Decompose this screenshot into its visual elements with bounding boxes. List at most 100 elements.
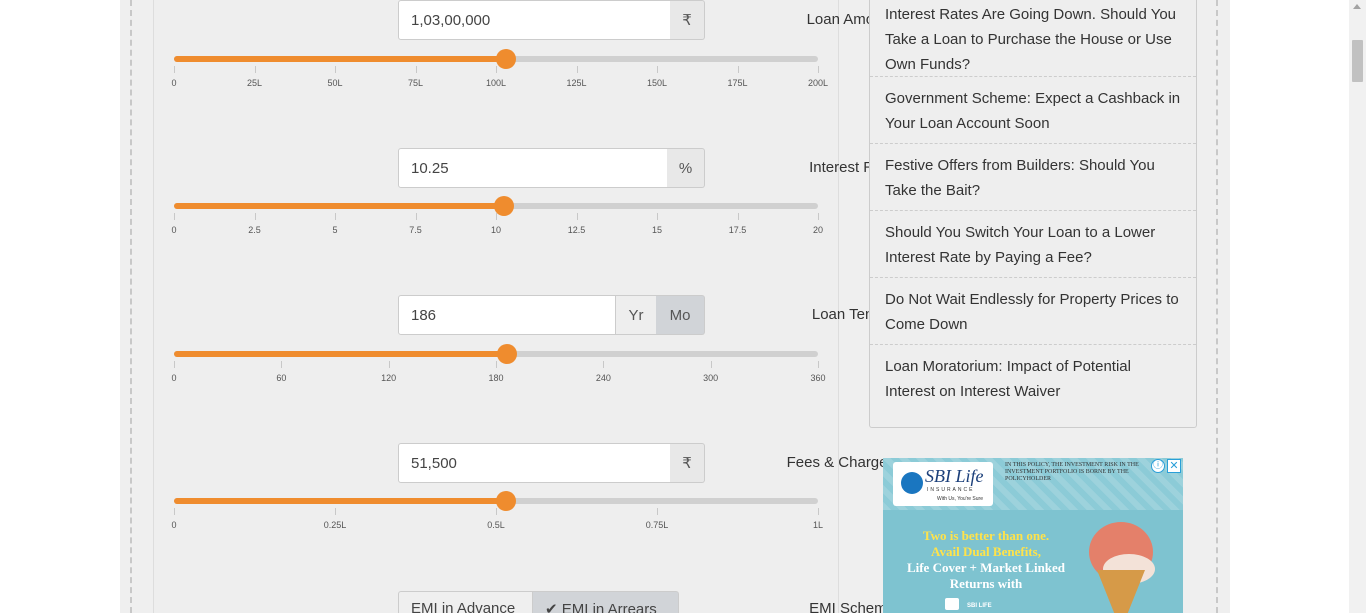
slider-tick-mark [818, 213, 819, 220]
page: Loan Amount 1,03,00,000 ₹ 0 25L 50L 75L 100L… [0, 0, 1366, 613]
ad-headline-line: Two is better than one. [922, 528, 1050, 543]
slider-tick-mark [737, 213, 739, 220]
slider-tick-label: 240 [595, 373, 611, 383]
slider-tick-mark [818, 361, 819, 368]
slider-tick-label: 0.5L [487, 520, 505, 530]
slider-tick-mark [388, 361, 390, 368]
slider-tick-mark [603, 361, 605, 368]
sidebar-article-link[interactable]: Should You Switch Your Loan to a Lower I… [870, 211, 1196, 278]
loan-tenure-slider-fill [174, 351, 507, 357]
slider-tick-mark [254, 213, 256, 220]
slider-tick-label: 300 [703, 373, 719, 383]
slider-tick-mark [174, 508, 175, 515]
percent-addon: % [667, 148, 705, 188]
slider-tick-label: 12.5 [567, 225, 586, 235]
slider-tick-mark [415, 66, 417, 73]
sbi-life-logo: SBI Life INSURANCE With Us, You're Sure [893, 462, 993, 506]
loan-amount-input[interactable]: 1,03,00,000 [398, 0, 671, 40]
ad-brand-sub: INSURANCE [927, 487, 975, 493]
slider-tick-mark [818, 66, 819, 73]
slider-tick-mark [737, 66, 739, 73]
slider-tick-label: 150L [646, 78, 668, 88]
slider-tick-label: 0.25L [323, 520, 347, 530]
slider-tick-label: 175L [727, 78, 748, 88]
scroll-up-arrow-icon[interactable] [1353, 4, 1361, 9]
loan-amount-slider-fill [174, 56, 506, 62]
slider-tick-mark [657, 213, 658, 220]
slider-tick-mark [174, 213, 175, 220]
dashed-border-left [130, 0, 132, 613]
fees-charges-scale: 0 0.25L 0.5L 0.75L 1L [171, 508, 823, 532]
ad-headline: Two is better than one. Avail Dual Benef… [891, 528, 1081, 592]
loan-amount-scale: 0 25L 50L 75L 100L 125L 150L 175L 200L [171, 66, 828, 90]
sidebar-article-link[interactable]: Do Not Wait Endlessly for Property Price… [870, 278, 1196, 345]
loan-tenure-input[interactable]: 186 [398, 295, 616, 335]
ad-disclaimer: IN THIS POLICY, THE INVESTMENT RISK IN T… [1005, 462, 1139, 482]
slider-tick-label: 0 [171, 373, 177, 383]
slider-tick-mark [657, 508, 658, 515]
slider-tick-label: 0 [171, 225, 177, 235]
sidebar-article-link[interactable]: Festive Offers from Builders: Should You… [870, 144, 1196, 211]
ice-cream-cone-image [1097, 570, 1145, 613]
slider-tick-mark [657, 66, 658, 73]
slider-tick-mark [710, 361, 712, 368]
ad-headline-line: Avail Dual Benefits, [931, 544, 1041, 559]
slider-tick-label: 50L [327, 78, 343, 88]
sidebar-article-link[interactable]: Government Scheme: Expect a Cashback in … [870, 77, 1196, 144]
sidebar-article-link[interactable]: Loan Moratorium: Impact of Potential Int… [870, 345, 1196, 415]
fees-charges-slider[interactable] [174, 491, 818, 511]
slider-tick-mark [496, 213, 497, 220]
ad-headline-line: Returns with [949, 576, 1023, 591]
fees-charges-slider-fill [174, 498, 506, 504]
slider-tick-label: 17.5 [728, 225, 747, 235]
slider-tick-mark [335, 508, 336, 515]
slider-tick-mark [496, 361, 497, 368]
slider-tick-label: 200L [807, 78, 829, 88]
slider-tick-label: 15 [651, 225, 663, 235]
sbi-life-advertisement[interactable]: SBI Life INSURANCE With Us, You're Sure … [883, 458, 1183, 613]
slider-tick-mark [174, 361, 175, 368]
slider-tick-mark [335, 213, 336, 220]
page-scrollbar[interactable] [1349, 0, 1366, 613]
dashed-border-right [1216, 0, 1218, 613]
scrollbar-thumb[interactable] [1352, 40, 1363, 82]
interest-rate-input[interactable]: 10.25 [398, 148, 668, 188]
sbi-small-logo-icon [945, 598, 959, 610]
loan-tenure-slider[interactable] [174, 344, 818, 364]
slider-tick-label: 0.75L [645, 520, 669, 530]
slider-tick-mark [415, 213, 417, 220]
rupee-addon: ₹ [670, 443, 705, 483]
slider-tick-mark [174, 66, 175, 73]
slider-tick-label: 0 [171, 78, 177, 88]
interest-rate-slider-fill [174, 203, 505, 209]
sidebar-article-link[interactable]: Interest Rates Are Going Down. Should Yo… [870, 0, 1196, 77]
ad-footer-brand: SBI LIFE [967, 603, 992, 609]
slider-tick-mark [576, 66, 578, 73]
ad-close-icon[interactable]: ✕ [1167, 459, 1181, 473]
rupee-addon: ₹ [670, 0, 705, 40]
slider-tick-label: 120 [381, 373, 397, 383]
slider-tick-label: 0 [171, 520, 177, 530]
slider-tick-label: 125L [566, 78, 587, 88]
tenure-year-toggle[interactable]: Yr [615, 295, 657, 335]
slider-tick-mark [281, 361, 283, 368]
slider-tick-label: 1L [812, 520, 824, 530]
loan-amount-slider[interactable] [174, 49, 818, 69]
slider-tick-mark [576, 213, 578, 220]
ad-headline-line: Life Cover + Market Linked [906, 560, 1066, 575]
left-gutter [0, 0, 120, 613]
tenure-month-toggle[interactable]: Mo [656, 295, 705, 335]
slider-tick-label: 100L [485, 78, 507, 88]
slider-tick-label: 2.5 [248, 225, 261, 235]
slider-tick-label: 75L [407, 78, 424, 88]
interest-rate-slider[interactable] [174, 196, 818, 216]
fees-charges-input[interactable]: 51,500 [398, 443, 671, 483]
slider-tick-label: 5 [332, 225, 338, 235]
emi-in-arrears-button[interactable]: ✔ EMI in Arrears [532, 591, 679, 613]
ad-brand: SBI Life [925, 466, 984, 486]
ad-info-icon[interactable]: ⓘ [1151, 459, 1165, 473]
slider-tick-label: 360 [810, 373, 826, 383]
slider-tick-label: 180 [488, 373, 504, 383]
emi-in-advance-button[interactable]: EMI in Advance [398, 591, 533, 613]
slider-tick-label: 7.5 [409, 225, 422, 235]
